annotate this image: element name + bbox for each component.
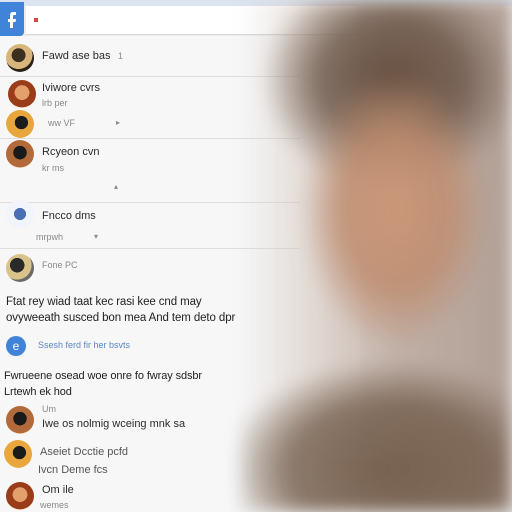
avatar[interactable]	[6, 140, 34, 168]
comment-name[interactable]: Um	[42, 404, 56, 414]
shared-link[interactable]: e Ssesh ferd fir her bsvts	[0, 332, 320, 362]
comment-text: Aseiet Dcctie pcfd	[40, 446, 129, 458]
divider	[0, 202, 300, 203]
avatar[interactable]	[8, 80, 36, 108]
avatar[interactable]	[6, 44, 34, 72]
post-text-line: Ftat rey wiad taat kec rasi kee cnd may	[6, 296, 202, 308]
item-name[interactable]: Rcyeon cvn	[42, 146, 99, 158]
divider	[0, 138, 300, 139]
avatar[interactable]	[6, 482, 34, 510]
facebook-logo-tab[interactable]	[0, 2, 24, 36]
item-meta: Fone PC	[42, 260, 78, 270]
news-feed: Fawd ase bas 1 Iviwore cvrs lrb per ww V…	[0, 36, 360, 512]
comment-text: Iwe os nolmig wceing mnk sa	[42, 418, 186, 430]
address-bar[interactable]	[26, 6, 356, 35]
caret-up-icon[interactable]: ▴	[114, 182, 118, 191]
item-meta: lrb per	[42, 98, 68, 108]
link-text[interactable]: Ssesh ferd fir her bsvts	[38, 340, 130, 350]
item-meta: 1	[118, 51, 124, 61]
comments-subheader: Lrtewh ek hod	[4, 386, 72, 398]
caret-down-icon[interactable]: ▾	[94, 232, 98, 241]
record-dot-icon	[34, 18, 38, 22]
comment-text: Ivcn Deme fcs	[38, 464, 108, 476]
item-meta: kr ms	[42, 163, 64, 173]
item-meta: mrpwh	[36, 232, 64, 242]
divider	[0, 76, 300, 77]
avatar[interactable]	[6, 406, 34, 434]
app-window: Fawd ase bas 1 Iviwore cvrs lrb per ww V…	[0, 0, 512, 512]
post-text-line: ovyweeath susced bon mea And tem deto dp…	[6, 312, 236, 324]
avatar[interactable]	[4, 440, 32, 468]
comment-name[interactable]: Om ile	[42, 484, 74, 496]
caret-right-icon[interactable]: ▸	[116, 118, 120, 127]
item-name[interactable]: Fawd ase bas	[42, 50, 110, 62]
avatar[interactable]	[6, 200, 34, 228]
comment-meta: wemes	[40, 500, 69, 510]
f-logo-icon	[8, 12, 16, 28]
divider	[0, 248, 300, 249]
avatar[interactable]	[6, 110, 34, 138]
item-name[interactable]: Fncco dms	[42, 210, 96, 222]
item-name[interactable]: Iviwore cvrs	[42, 82, 100, 94]
item-meta: ww VF	[48, 118, 75, 128]
comments-header: Fwrueene osead woe onre fo fwray sdsbr	[4, 370, 202, 382]
avatar[interactable]	[6, 254, 34, 282]
link-icon: e	[6, 336, 26, 356]
